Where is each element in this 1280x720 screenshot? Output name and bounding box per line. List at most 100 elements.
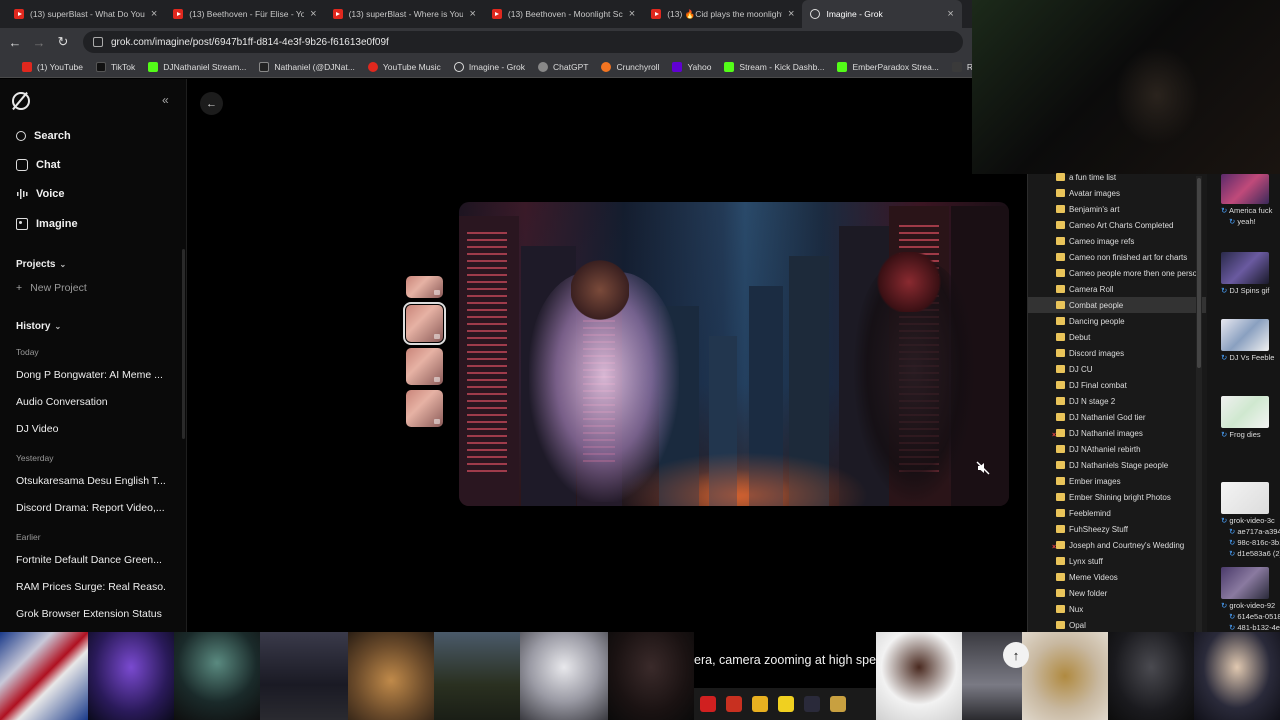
muted-speaker-icon[interactable] xyxy=(976,461,990,475)
gallery-image[interactable] xyxy=(1022,632,1108,720)
gallery-image[interactable] xyxy=(520,632,608,720)
browser-tab[interactable]: (13) superBlast - Where is Your × xyxy=(325,0,484,28)
file-item[interactable]: DJ Spins gif xyxy=(1221,252,1277,295)
forward-arrow-icon[interactable]: → xyxy=(27,35,51,50)
file-item[interactable]: grok-video-92 614e5a-0518-4 481-b132-4e6 xyxy=(1221,567,1280,632)
folder-item[interactable]: DJ Nathaniel God tier xyxy=(1028,409,1206,425)
back-arrow-icon[interactable]: ← xyxy=(3,35,27,50)
variant-thumbnail-selected[interactable] xyxy=(403,302,446,345)
tab-close-icon[interactable]: × xyxy=(151,8,157,20)
bookmark[interactable]: Imagine - Grok xyxy=(453,61,525,72)
folder-item[interactable]: Lynx stuff xyxy=(1028,553,1206,569)
reload-icon[interactable]: ↻ xyxy=(51,34,75,50)
folder-item[interactable]: Combat people xyxy=(1028,297,1206,313)
variant-thumbnail[interactable] xyxy=(406,348,443,385)
file-item[interactable]: America fuck yeah! xyxy=(1221,174,1277,226)
tab-close-icon[interactable]: × xyxy=(629,8,635,20)
tab-close-icon[interactable]: × xyxy=(310,8,316,20)
history-item[interactable]: Grok Browser Extension Status xyxy=(16,608,166,620)
folder-item[interactable]: DJ Final combat xyxy=(1028,377,1206,393)
nav-chat[interactable]: Chat xyxy=(16,159,60,171)
gallery-image[interactable] xyxy=(608,632,694,720)
gallery-image[interactable] xyxy=(0,632,88,720)
history-toggle[interactable]: History ⌄ xyxy=(16,321,61,332)
bookmark[interactable]: DJNathaniel Stream... xyxy=(148,61,246,72)
sidebar-scrollbar[interactable] xyxy=(182,249,185,439)
folder-item[interactable]: Cameo image refs xyxy=(1028,233,1206,249)
folder-item[interactable]: Cameo non finished art for charts xyxy=(1028,249,1206,265)
gallery-image[interactable] xyxy=(88,632,174,720)
folder-item[interactable]: Cameo Art Charts Completed xyxy=(1028,217,1206,233)
folder-item[interactable]: New folder xyxy=(1028,585,1206,601)
app-icon[interactable] xyxy=(700,696,716,712)
gallery-image[interactable] xyxy=(876,632,962,720)
file-item[interactable]: Frog dies xyxy=(1221,396,1277,439)
history-item[interactable]: Otsukaresama Desu English T... xyxy=(16,475,166,487)
folder-item[interactable]: × DJ Nathaniel images xyxy=(1028,425,1206,441)
folder-item[interactable]: Dancing people xyxy=(1028,313,1206,329)
folder-item[interactable]: DJ CU xyxy=(1028,361,1206,377)
variant-thumbnail[interactable] xyxy=(406,276,443,298)
generated-video-player[interactable] xyxy=(459,202,1009,506)
folder-item[interactable]: Feeblemind xyxy=(1028,505,1206,521)
projects-toggle[interactable]: Projects ⌄ xyxy=(16,259,66,270)
gallery-image[interactable] xyxy=(348,632,434,720)
file-item[interactable]: DJ Vs Feeble xyxy=(1221,319,1277,362)
collapse-sidebar-icon[interactable]: « xyxy=(162,93,169,107)
folder-item[interactable]: Benjamin's art xyxy=(1028,201,1206,217)
nav-voice[interactable]: Voice xyxy=(16,188,65,200)
variant-thumbnail[interactable] xyxy=(406,390,443,427)
bookmark[interactable]: Crunchyroll xyxy=(601,61,659,72)
bookmark[interactable]: ChatGPT xyxy=(538,61,588,72)
folder-icon[interactable] xyxy=(752,696,768,712)
url-field[interactable]: grok.com/imagine/post/6947b1ff-d814-4e3f… xyxy=(83,31,963,53)
file-item[interactable]: grok-video-3c ae717a-a394-4 98c-816c-3b1… xyxy=(1221,482,1280,558)
bookmark[interactable]: YouTube Music xyxy=(367,61,441,72)
new-project-button[interactable]: + New Project xyxy=(16,282,87,294)
browser-tab[interactable]: (13) Beethoven - Moonlight Sc × xyxy=(484,0,643,28)
gallery-image[interactable] xyxy=(1194,632,1280,720)
game-icon[interactable] xyxy=(830,696,846,712)
browser-tab[interactable]: (13) 🔥Cid plays the moonlight × xyxy=(643,0,802,28)
bookmark[interactable]: Yahoo xyxy=(672,61,711,72)
bookmark[interactable]: Stream - Kick Dashb... xyxy=(724,61,824,72)
browser-tab[interactable]: (13) superBlast - What Do You × xyxy=(6,0,165,28)
tab-close-icon[interactable]: × xyxy=(469,8,475,20)
nav-search[interactable]: Search xyxy=(16,130,71,142)
folder-item[interactable]: DJ N stage 2 xyxy=(1028,393,1206,409)
back-button[interactable]: ← xyxy=(200,92,223,115)
app-icon[interactable] xyxy=(726,696,742,712)
gallery-image[interactable] xyxy=(434,632,520,720)
scroll-up-button[interactable]: ↑ xyxy=(1003,642,1029,668)
tab-close-icon[interactable]: × xyxy=(947,8,953,20)
grok-logo-icon[interactable] xyxy=(12,92,30,110)
history-item[interactable]: Audio Conversation xyxy=(16,396,166,408)
bookmark[interactable]: EmberParadox Strea... xyxy=(837,61,939,72)
folder-item[interactable]: Opal xyxy=(1028,617,1206,633)
bookmark[interactable]: TikTok xyxy=(96,61,135,72)
folder-item[interactable]: Meme Videos xyxy=(1028,569,1206,585)
browser-tab-active[interactable]: Imagine - Grok × xyxy=(802,0,962,28)
bookmark[interactable]: Nathaniel (@DJNat... xyxy=(259,61,355,72)
folder-item[interactable]: a fun time list xyxy=(1028,169,1206,185)
folder-item[interactable]: DJ NAthaniel rebirth xyxy=(1028,441,1206,457)
history-item[interactable]: Fortnite Default Dance Green... xyxy=(16,554,166,566)
folder-item[interactable]: Nux xyxy=(1028,601,1206,617)
folder-item[interactable]: Discord images xyxy=(1028,345,1206,361)
gallery-image[interactable] xyxy=(1108,632,1194,720)
nav-imagine[interactable]: Imagine xyxy=(16,218,78,230)
history-item[interactable]: RAM Prices Surge: Real Reaso... xyxy=(16,581,166,593)
notes-icon[interactable] xyxy=(778,696,794,712)
site-info-icon[interactable] xyxy=(93,37,103,47)
folder-item[interactable]: Ember Shining bright Photos xyxy=(1028,489,1206,505)
folder-item[interactable]: × Joseph and Courtney's Wedding xyxy=(1028,537,1206,553)
bookmark[interactable]: (1) YouTube xyxy=(22,61,83,72)
browser-tab[interactable]: (13) Beethoven - Für Elise - You × xyxy=(165,0,324,28)
folder-item[interactable]: Avatar images xyxy=(1028,185,1206,201)
star-icon[interactable] xyxy=(804,696,820,712)
folder-item[interactable]: Ember images xyxy=(1028,473,1206,489)
gallery-image[interactable] xyxy=(174,632,260,720)
folder-item[interactable]: Cameo people more then one perso xyxy=(1028,265,1206,281)
explorer-scrollbar-thumb[interactable] xyxy=(1197,178,1201,368)
tab-close-icon[interactable]: × xyxy=(788,8,794,20)
